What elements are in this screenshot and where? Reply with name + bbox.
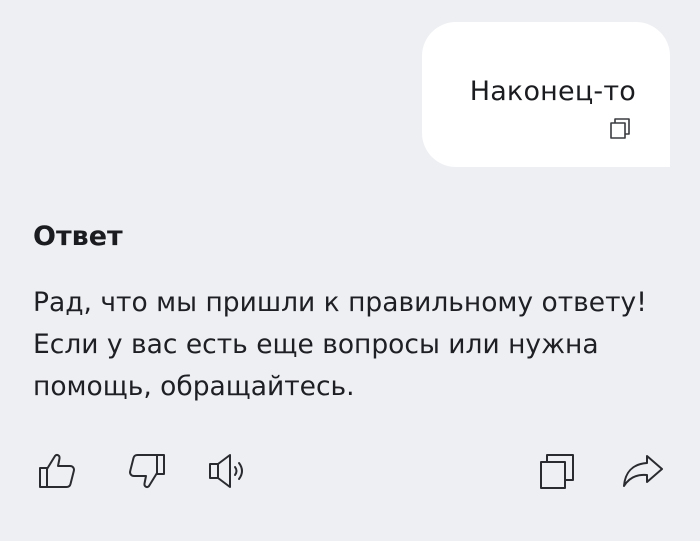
answer-text: Рад, что мы пришли к правильному ответу!… (33, 287, 647, 402)
answer-heading: Ответ (33, 221, 123, 252)
speaker-icon[interactable] (207, 448, 253, 494)
share-icon[interactable] (620, 448, 666, 494)
user-message-text: Наконец-то (469, 76, 636, 107)
thumbs-down-icon[interactable] (122, 448, 168, 494)
user-message-bubble: Наконец-то (422, 22, 670, 167)
copy-icon[interactable] (535, 448, 581, 494)
bubble-copy-icon[interactable] (608, 116, 634, 142)
thumbs-up-icon[interactable] (36, 448, 82, 494)
